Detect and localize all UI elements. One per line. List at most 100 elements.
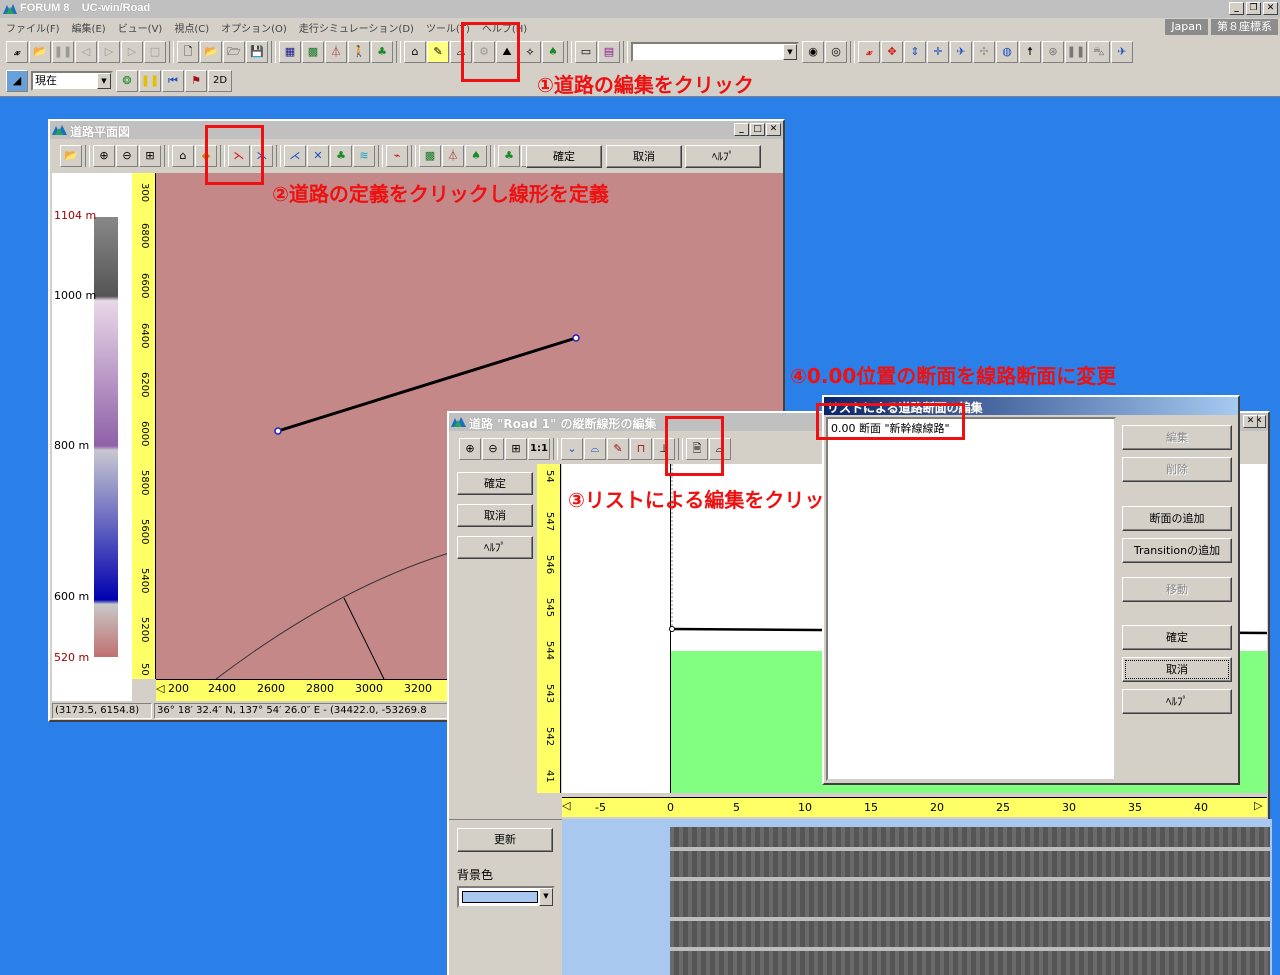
- add-section-button[interactable]: 断面の追加: [1122, 506, 1232, 531]
- profile-start-node[interactable]: [669, 626, 675, 632]
- help-button[interactable]: ﾍﾙﾌﾟ: [457, 536, 533, 559]
- pause-sim-icon[interactable]: ❚❚: [1065, 41, 1087, 63]
- tower-icon[interactable]: ⏃: [325, 41, 347, 63]
- menu-options[interactable]: オプション(O): [215, 20, 293, 35]
- help-button[interactable]: ﾍﾙﾌﾟ: [1122, 689, 1232, 714]
- cancel-button[interactable]: 取消: [606, 145, 682, 168]
- profile-curve-icon[interactable]: ⌄: [561, 438, 583, 460]
- building-icon[interactable]: ⌂: [172, 145, 194, 167]
- minimize-button[interactable]: _: [734, 123, 749, 136]
- profile-bridge-icon[interactable]: ⊓: [630, 438, 652, 460]
- move-button[interactable]: 移動: [1122, 577, 1232, 602]
- flag-icon[interactable]: ⚑: [185, 70, 207, 92]
- steering-wheel-icon[interactable]: ⊛: [1042, 41, 1064, 63]
- pedestrian-icon[interactable]: 🚶: [348, 41, 370, 63]
- scenario-select[interactable]: ▼: [631, 42, 799, 62]
- ok-button[interactable]: 確定: [457, 472, 533, 495]
- zoom-in-icon[interactable]: ⊕: [93, 145, 115, 167]
- script-icon[interactable]: 𝓍: [6, 41, 28, 63]
- background-color-select[interactable]: ▼: [457, 886, 555, 908]
- maximize-button[interactable]: □: [750, 123, 765, 136]
- route-icon[interactable]: ⌁: [386, 145, 408, 167]
- ok-button[interactable]: 確定: [526, 145, 602, 168]
- zoom-fit-icon[interactable]: ⊞: [139, 145, 161, 167]
- zoom-in-icon[interactable]: ⊕: [459, 438, 481, 460]
- map-grid-icon[interactable]: ▩: [302, 41, 324, 63]
- menu-file[interactable]: ファイル(F): [0, 20, 66, 35]
- menu-edit[interactable]: 編集(E): [66, 20, 112, 35]
- new-file-icon[interactable]: 🗋: [177, 41, 199, 63]
- globe-icon[interactable]: ◍: [996, 41, 1018, 63]
- section-list[interactable]: 0.00 断面 "新幹線線路": [826, 417, 1116, 781]
- minimize-button[interactable]: _: [1229, 2, 1244, 15]
- zoom-fit-icon[interactable]: ⊞: [505, 438, 527, 460]
- sky-icon[interactable]: ◢: [6, 70, 28, 92]
- menu-view[interactable]: ビュー(V): [112, 20, 169, 35]
- object-icon[interactable]: ⟡: [519, 41, 541, 63]
- cancel-button[interactable]: 取消: [457, 504, 533, 527]
- crossing-icon[interactable]: ✕: [307, 145, 329, 167]
- plant-icon[interactable]: ♣: [498, 145, 520, 167]
- zoom-out-icon[interactable]: ⊖: [116, 145, 138, 167]
- book-icon[interactable]: ▤: [598, 41, 620, 63]
- save-icon[interactable]: 💾: [246, 41, 268, 63]
- grid-icon[interactable]: ▩: [419, 145, 441, 167]
- profile-section-icon[interactable]: ⌓: [584, 438, 606, 460]
- menu-camera[interactable]: 視点(C): [168, 20, 215, 35]
- locale-badge[interactable]: Japan: [1165, 19, 1208, 35]
- rotate-icon[interactable]: ✥: [881, 41, 903, 63]
- plan-vertical-ruler[interactable]: 300 6800 6600 6400 6200 6000 5800 5600 5…: [132, 173, 156, 679]
- profile-horizontal-ruler[interactable]: ◁ -5 0 5 10 15 20 25 30 35 40 ▷: [562, 797, 1267, 817]
- forest-icon[interactable]: ♣: [330, 145, 352, 167]
- coordinate-system-badge[interactable]: 第８座標系: [1211, 19, 1278, 35]
- fly-icon[interactable]: ✈: [950, 41, 972, 63]
- tree-icon[interactable]: ♠: [465, 145, 487, 167]
- run-icon[interactable]: ◉: [802, 41, 824, 63]
- move-vertical-icon[interactable]: ⇕: [904, 41, 926, 63]
- road-view-icon[interactable]: ▦: [279, 41, 301, 63]
- traffic-light-icon[interactable]: ❂: [116, 70, 138, 92]
- update-button[interactable]: 更新: [457, 828, 553, 852]
- pause-icon[interactable]: ❚❚: [52, 41, 74, 63]
- pause-yellow-icon[interactable]: ❚❚: [139, 70, 161, 92]
- orbit-icon[interactable]: ✣: [973, 41, 995, 63]
- car-icon[interactable]: ⛍: [1088, 41, 1110, 63]
- walk-icon[interactable]: ☨: [1019, 41, 1041, 63]
- time-select[interactable]: 現在 ▼: [31, 71, 113, 91]
- step-forward-icon[interactable]: ▷: [121, 41, 143, 63]
- road-edit-icon[interactable]: ✎: [427, 41, 449, 63]
- branch-icon[interactable]: ⋌: [284, 145, 306, 167]
- help-button[interactable]: ﾍﾙﾌﾟ: [685, 145, 761, 168]
- close-button[interactable]: ✕: [1263, 2, 1278, 15]
- road-end-node[interactable]: [572, 334, 580, 342]
- building-icon[interactable]: ⌂: [404, 41, 426, 63]
- zoom-out-icon[interactable]: ⊖: [482, 438, 504, 460]
- profile-vertical-ruler[interactable]: 54 547 546 545 544 543 542 41: [537, 464, 561, 793]
- zoom-actual-button[interactable]: 1:1: [528, 438, 550, 460]
- close-button[interactable]: ✕: [1243, 415, 1258, 428]
- close-button[interactable]: ✕: [766, 123, 781, 136]
- record-icon[interactable]: ◎: [825, 41, 847, 63]
- restore-button[interactable]: ❐: [1246, 2, 1261, 15]
- ok-button[interactable]: 確定: [1122, 625, 1232, 650]
- stop-icon[interactable]: □: [144, 41, 166, 63]
- panel-icon[interactable]: ▭: [575, 41, 597, 63]
- tree-icon[interactable]: ♣: [371, 41, 393, 63]
- plant-icon[interactable]: ♠: [542, 41, 564, 63]
- import-icon[interactable]: 🗁: [223, 41, 245, 63]
- tower-icon[interactable]: ⏃: [442, 145, 464, 167]
- open-folder-icon[interactable]: 📂: [29, 41, 51, 63]
- open-folder-icon[interactable]: 📂: [60, 145, 82, 167]
- profile-edit-icon[interactable]: ✎: [607, 438, 629, 460]
- play-icon[interactable]: ▷: [98, 41, 120, 63]
- mode-2d-button[interactable]: 2D: [208, 70, 232, 92]
- add-transition-button[interactable]: Transitionの追加: [1122, 538, 1232, 563]
- open-file-icon[interactable]: 📂: [200, 41, 222, 63]
- delete-button[interactable]: 削除: [1122, 457, 1232, 482]
- edit-button[interactable]: 編集: [1122, 425, 1232, 450]
- menu-drive-simulation[interactable]: 走行シミュレーション(D): [293, 20, 420, 35]
- move-cross-icon[interactable]: ✛: [927, 41, 949, 63]
- airplane-icon[interactable]: ✈: [1111, 41, 1133, 63]
- road-start-node[interactable]: [274, 427, 282, 435]
- script-red-icon[interactable]: 𝓍: [858, 41, 880, 63]
